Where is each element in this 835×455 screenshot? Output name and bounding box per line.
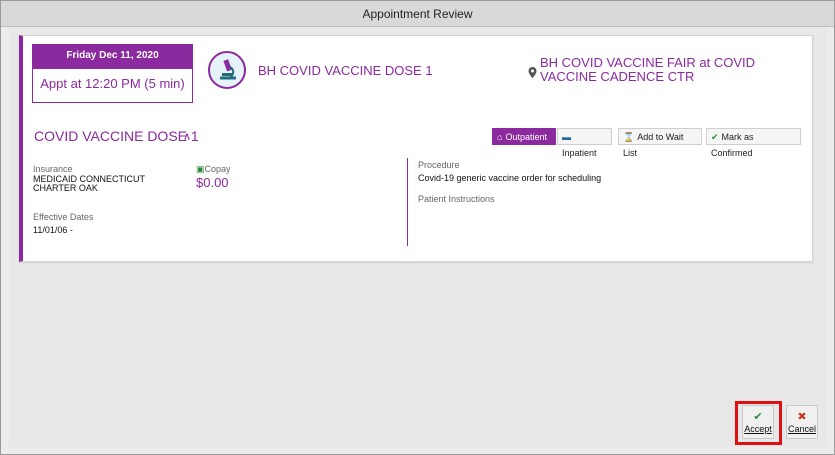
accept-highlight [735,401,782,445]
chevron-up-icon[interactable]: ∧ [183,130,191,143]
x-icon: ✖ [797,411,807,423]
location-pin-icon [528,65,537,83]
insurance-label: Insurance [33,164,73,174]
appointment-location: BH COVID VACCINE FAIR at COVID VACCINE C… [540,56,755,84]
mark-as-confirmed-button[interactable]: ✔ Mark as Confirmed [706,128,801,158]
home-icon: ⌂ [497,132,503,142]
outpatient-button[interactable]: ⌂ Outpatient [492,128,556,145]
microscope-icon [208,51,246,89]
appointment-date: Friday Dec 11, 2020 [33,45,192,69]
add-to-wait-list-button[interactable]: ⌛ Add to Wait List [618,128,702,158]
procedure-value: Covid-19 generic vaccine order for sched… [418,173,602,183]
location-line-2: VACCINE CADENCE CTR [540,69,695,84]
appointment-time: Appt at 12:20 PM (5 min) [40,76,185,91]
appointment-date-box: Friday Dec 11, 2020 Appt at 12:20 PM (5 … [32,44,193,103]
window-title: Appointment Review [362,7,473,21]
copay-label-group: ▣Copay [196,164,231,174]
procedure-label: Procedure [418,160,460,170]
cancel-button[interactable]: ✖ Cancel [786,405,818,439]
patient-instructions-label: Patient Instructions [418,194,495,204]
divider [407,158,408,246]
title-bar: Appointment Review [1,1,834,27]
effective-dates-label: Effective Dates [33,212,94,222]
inpatient-button[interactable]: ▬Inpatient [557,128,612,158]
insurance-line-2: CHARTER OAK [33,183,98,193]
check-circle-icon: ✔ [711,132,719,142]
effective-dates-value: 11/01/06 - [33,225,73,235]
bed-icon: ▬ [562,132,571,142]
procedure-title: COVID VACCINE DOSE 1 [34,128,199,144]
location-line-1: BH COVID VACCINE FAIR at COVID [540,55,756,70]
visit-type: BH COVID VACCINE DOSE 1 [258,63,433,78]
money-icon: ▣ [196,164,205,174]
copay-value: $0.00 [196,175,229,190]
hourglass-icon: ⌛ [623,132,635,142]
